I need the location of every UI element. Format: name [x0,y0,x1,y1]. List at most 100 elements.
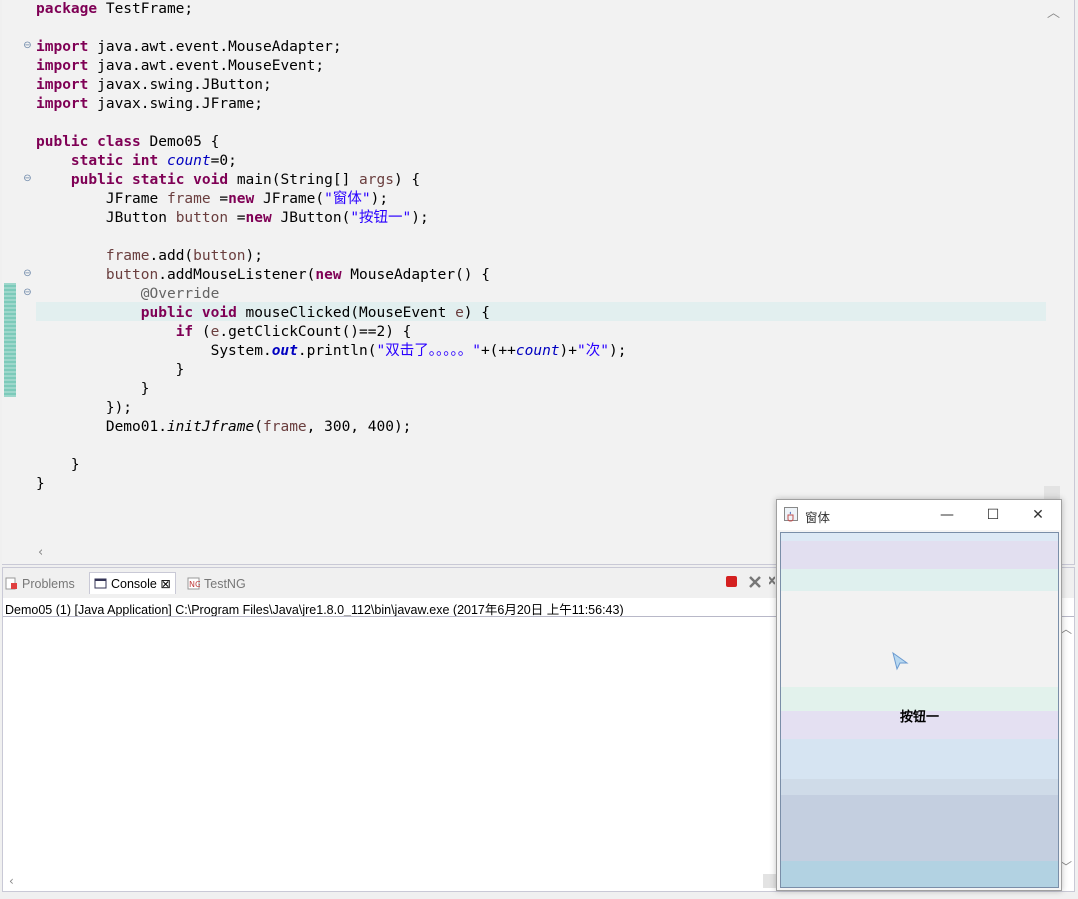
code-token: ( [193,324,211,340]
chevron-up-icon[interactable]: ︿ [1047,2,1060,21]
code-token: Demo01. [36,419,167,435]
code-token: void [193,172,229,188]
code-line: button.addMouseListener(new MouseAdapter… [36,266,626,285]
fold-toggle-icon[interactable]: ⊖ [22,173,33,184]
code-token: import [36,39,89,55]
code-token: new [245,210,272,226]
tab-problems[interactable]: Problems [5,573,75,595]
tab-testng-label: TestNG [204,577,246,591]
fold-toggle-icon[interactable]: ⊖ [22,40,33,51]
console-icon [94,578,107,589]
code-token: }); [36,400,133,416]
chevron-left-icon[interactable]: ‹ [38,545,43,560]
code-token: if [175,324,194,340]
fold-toggle-icon[interactable]: ⊖ [22,287,33,298]
maximize-icon[interactable]: ☐ [973,503,1013,527]
code-token: .getClickCount()==2) { [219,324,412,340]
minimize-icon[interactable]: — [927,503,967,527]
code-token: new [315,267,342,283]
code-token: JButton [36,210,176,226]
code-token: = [210,191,229,207]
remove-all-icon[interactable] [769,575,775,589]
java-cup-icon [784,507,798,522]
code-token: java.awt.event.MouseEvent; [88,58,325,74]
close-icon[interactable]: ✕ [1018,503,1058,527]
code-token: ) { [393,172,421,188]
code-token: frame [166,191,211,207]
cursor-arrow-icon [892,651,909,671]
code-line: JButton button =new JButton("按钮一"); [36,209,626,228]
code-token: JButton( [271,210,351,226]
code-token: .add( [149,248,194,264]
code-line: Demo01.initJframe(frame, 300, 400); [36,418,626,437]
code-token: TestFrame; [97,1,194,17]
code-token: javax.swing.JFrame; [88,96,263,112]
code-token: button [105,267,159,283]
code-token: import [36,96,89,112]
code-token: "窗体" [324,191,371,207]
code-token: } [36,362,185,378]
code-token: javax.swing.JButton; [88,77,272,93]
code-token: java.awt.event.MouseAdapter; [88,39,342,55]
code-token: , 300, 400); [306,419,412,435]
code-line: } [36,475,626,494]
code-token: Demo05 { [140,134,220,150]
code-token: =0; [210,153,237,169]
code-token: +(++ [480,343,516,359]
tab-testng[interactable]: NG TestNG [187,573,246,595]
code-token: out [271,343,298,359]
window-title-bar[interactable]: 窗体 — ☐ ✕ [777,500,1061,530]
code-line: static int count=0; [36,152,626,171]
code-token: import [36,58,89,74]
chevron-left-icon[interactable]: ‹ [9,874,14,888]
code-token: "次" [577,343,609,359]
editor-gutter: ⊖ ⊖ ⊖ ⊖ [2,0,34,564]
code-token: count [515,343,560,359]
code-line: }); [36,399,626,418]
jbutton[interactable]: 按钮一 [780,532,1059,888]
code-editor[interactable]: ⊖ ⊖ ⊖ ⊖ package TestFrame; import java.a… [2,0,1075,565]
fold-toggle-icon[interactable]: ⊖ [22,268,33,279]
code-token: } [36,457,80,473]
code-line: System.out.println("双击了。。。。。"+(++count)+… [36,342,627,361]
code-line: import javax.swing.JButton; [36,76,626,95]
code-token: ); [608,343,627,359]
code-token: @Override [140,286,220,302]
code-line: } [36,456,626,475]
code-token: } [36,381,150,397]
code-token: int [132,153,159,169]
code-token: args [359,172,394,188]
tab-console[interactable]: Console ⊠ [89,572,176,594]
code-token: "双击了。。。。。" [376,343,481,359]
code-token: .println( [297,343,377,359]
remove-launch-icon[interactable] [748,575,762,589]
code-line: } [36,361,626,380]
code-token: ) { [463,305,490,321]
terminate-icon[interactable] [725,575,738,588]
code-token: void [201,305,237,321]
code-token: JFrame [36,191,167,207]
code-line: package TestFrame; [36,0,626,19]
code-token: } [36,476,45,492]
code-token: static [132,172,185,188]
code-text[interactable]: package TestFrame; import java.awt.event… [36,0,626,494]
svg-text:NG: NG [189,580,200,589]
code-token: frame [105,248,150,264]
code-line: public static void main(String[] args) { [36,171,626,190]
testng-icon: NG [187,577,200,590]
code-token: System. [36,343,272,359]
code-line: @Override [36,285,626,304]
code-token: )+ [559,343,577,359]
code-token: ( [254,419,263,435]
window-title: 窗体 [805,511,831,525]
